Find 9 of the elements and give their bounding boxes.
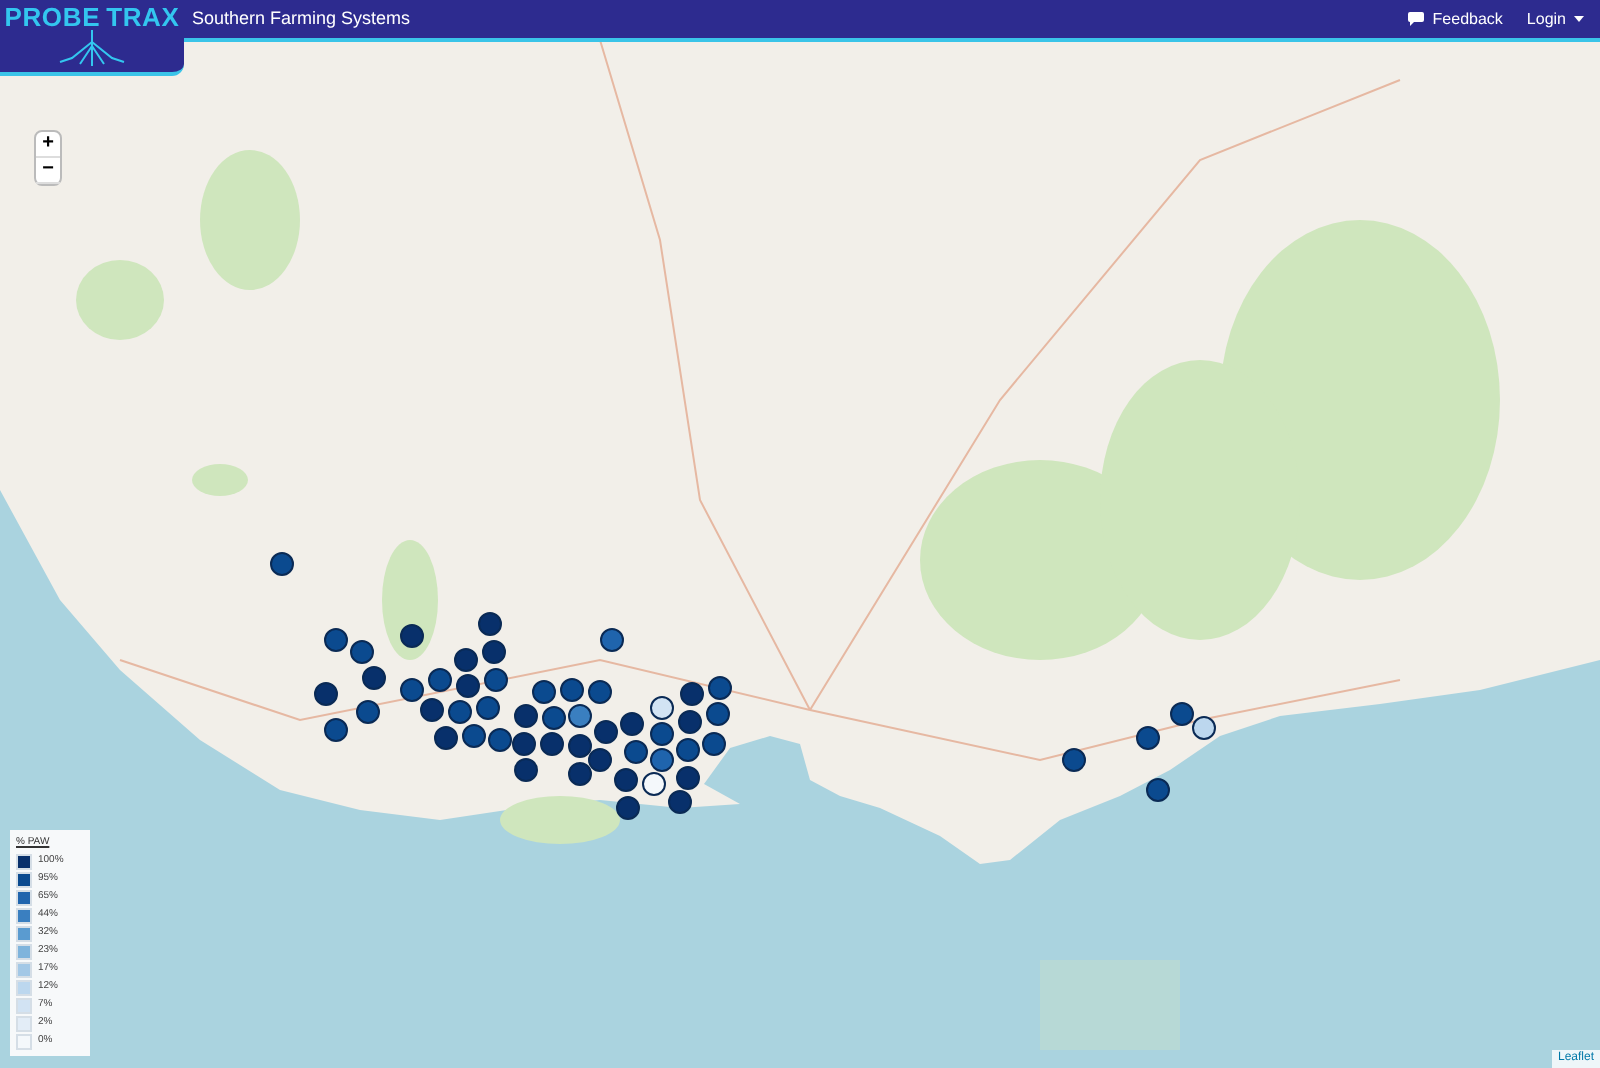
zoom-out-button[interactable]: − [36, 158, 60, 184]
logo-text: PROBE [4, 4, 101, 30]
speech-bubble-icon [1408, 12, 1425, 26]
feedback-link[interactable]: Feedback [1408, 7, 1503, 31]
logo-text: TRAX [106, 4, 180, 30]
caret-icon [1574, 16, 1584, 22]
login-dropdown[interactable]: Login [1526, 7, 1584, 31]
header-title: Southern Farming Systems [192, 5, 411, 32]
zoom-in-button[interactable]: + [36, 132, 60, 158]
